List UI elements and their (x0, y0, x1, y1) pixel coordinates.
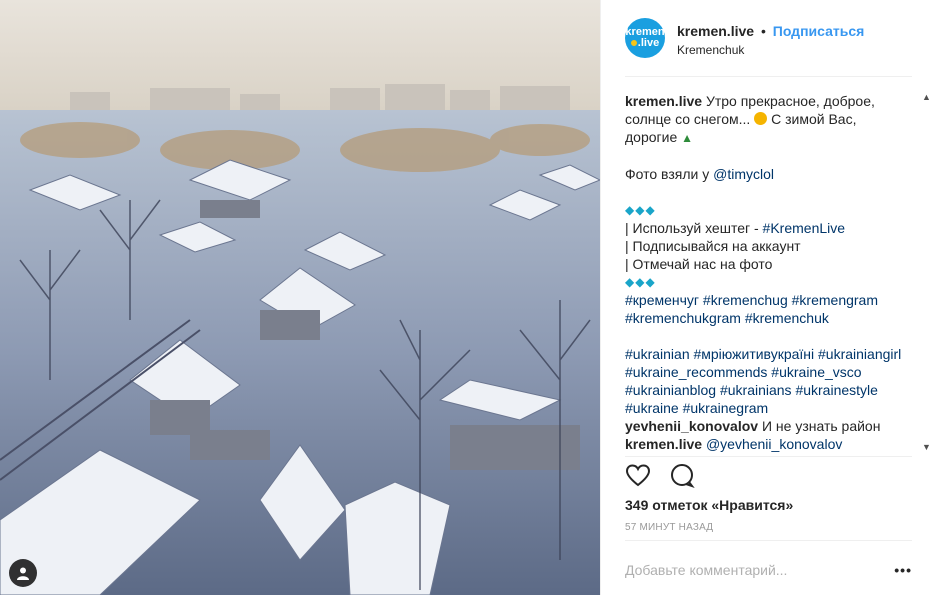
diamonds-divider-2: ◆◆◆ (625, 275, 656, 289)
tree-emoji-icon: ▲ (681, 131, 694, 145)
hashtag-line-text: | Используй хештег - (625, 220, 763, 236)
subscribe-line: | Подписывайся на аккаунт (625, 238, 801, 254)
smile-emoji-icon (754, 112, 768, 125)
comment: yevhenii_konovalov И не узнать район (625, 417, 912, 435)
separator-bullet: • (760, 23, 766, 39)
comments-scrollbar[interactable]: ▲ ▼ (918, 92, 935, 452)
avatar-text-2: .live (630, 38, 659, 49)
hashtags-block-1[interactable]: #кременчуг #kremenchug #kremengram #krem… (625, 291, 912, 327)
post-photo[interactable] (0, 0, 600, 595)
hashtag-link[interactable]: #KremenLive (763, 220, 846, 236)
post-header: kremen .live kremen.live • Подписаться K… (625, 18, 912, 77)
comment-input[interactable]: Добавьте комментарий... (625, 562, 787, 578)
photo-credit-handle[interactable]: @timyclol (713, 166, 774, 182)
avatar[interactable]: kremen .live (625, 18, 665, 58)
likes-count[interactable]: 349 отметок «Нравится» (625, 497, 793, 513)
username-link[interactable]: kremen.live (677, 23, 754, 39)
location-link[interactable]: Kremenchuk (677, 43, 744, 57)
heart-icon[interactable] (625, 463, 651, 489)
comment-icon[interactable] (669, 463, 696, 489)
hashtags-block-2[interactable]: #ukrainian #мріюжитивукраїні #ukrainiang… (625, 345, 912, 417)
user-row: kremen.live • Подписаться (677, 23, 864, 39)
tag-line: | Отмечай нас на фото (625, 256, 773, 272)
add-comment-section: Добавьте комментарий... ••• (625, 540, 912, 596)
more-options-button[interactable]: ••• (894, 562, 912, 578)
comment-text: И не узнать район (761, 418, 881, 434)
scroll-up-icon[interactable]: ▲ (922, 92, 931, 102)
person-icon (17, 567, 29, 580)
diamonds-divider: ◆◆◆ (625, 203, 656, 217)
post-timestamp[interactable]: 57 МИНУТ НАЗАД (625, 522, 713, 533)
comment: kremen.live @yevhenii_konovalov (625, 435, 912, 452)
follow-button[interactable]: Подписаться (773, 23, 865, 39)
hashtag-line: | Используй хештег - #KremenLive (625, 219, 912, 237)
winter-town-image (0, 0, 600, 595)
caption-username[interactable]: kremen.live (625, 93, 702, 109)
comment-username[interactable]: kremen.live (625, 436, 702, 452)
scroll-down-icon[interactable]: ▼ (922, 442, 931, 452)
photo-credit: Фото взяли у @timyclol (625, 165, 912, 183)
comment-username[interactable]: yevhenii_konovalov (625, 418, 758, 434)
actions-bar (625, 456, 912, 489)
photo-credit-text: Фото взяли у (625, 166, 714, 182)
caption: kremen.live Утро прекрасное, доброе, сол… (625, 92, 912, 147)
user-tag-button[interactable] (9, 559, 37, 587)
comment-text[interactable]: @yevhenii_konovalov (706, 436, 842, 452)
comments-list[interactable]: kremen.live Утро прекрасное, доброе, сол… (625, 92, 912, 452)
post-side-panel: kremen .live kremen.live • Подписаться K… (601, 0, 935, 595)
